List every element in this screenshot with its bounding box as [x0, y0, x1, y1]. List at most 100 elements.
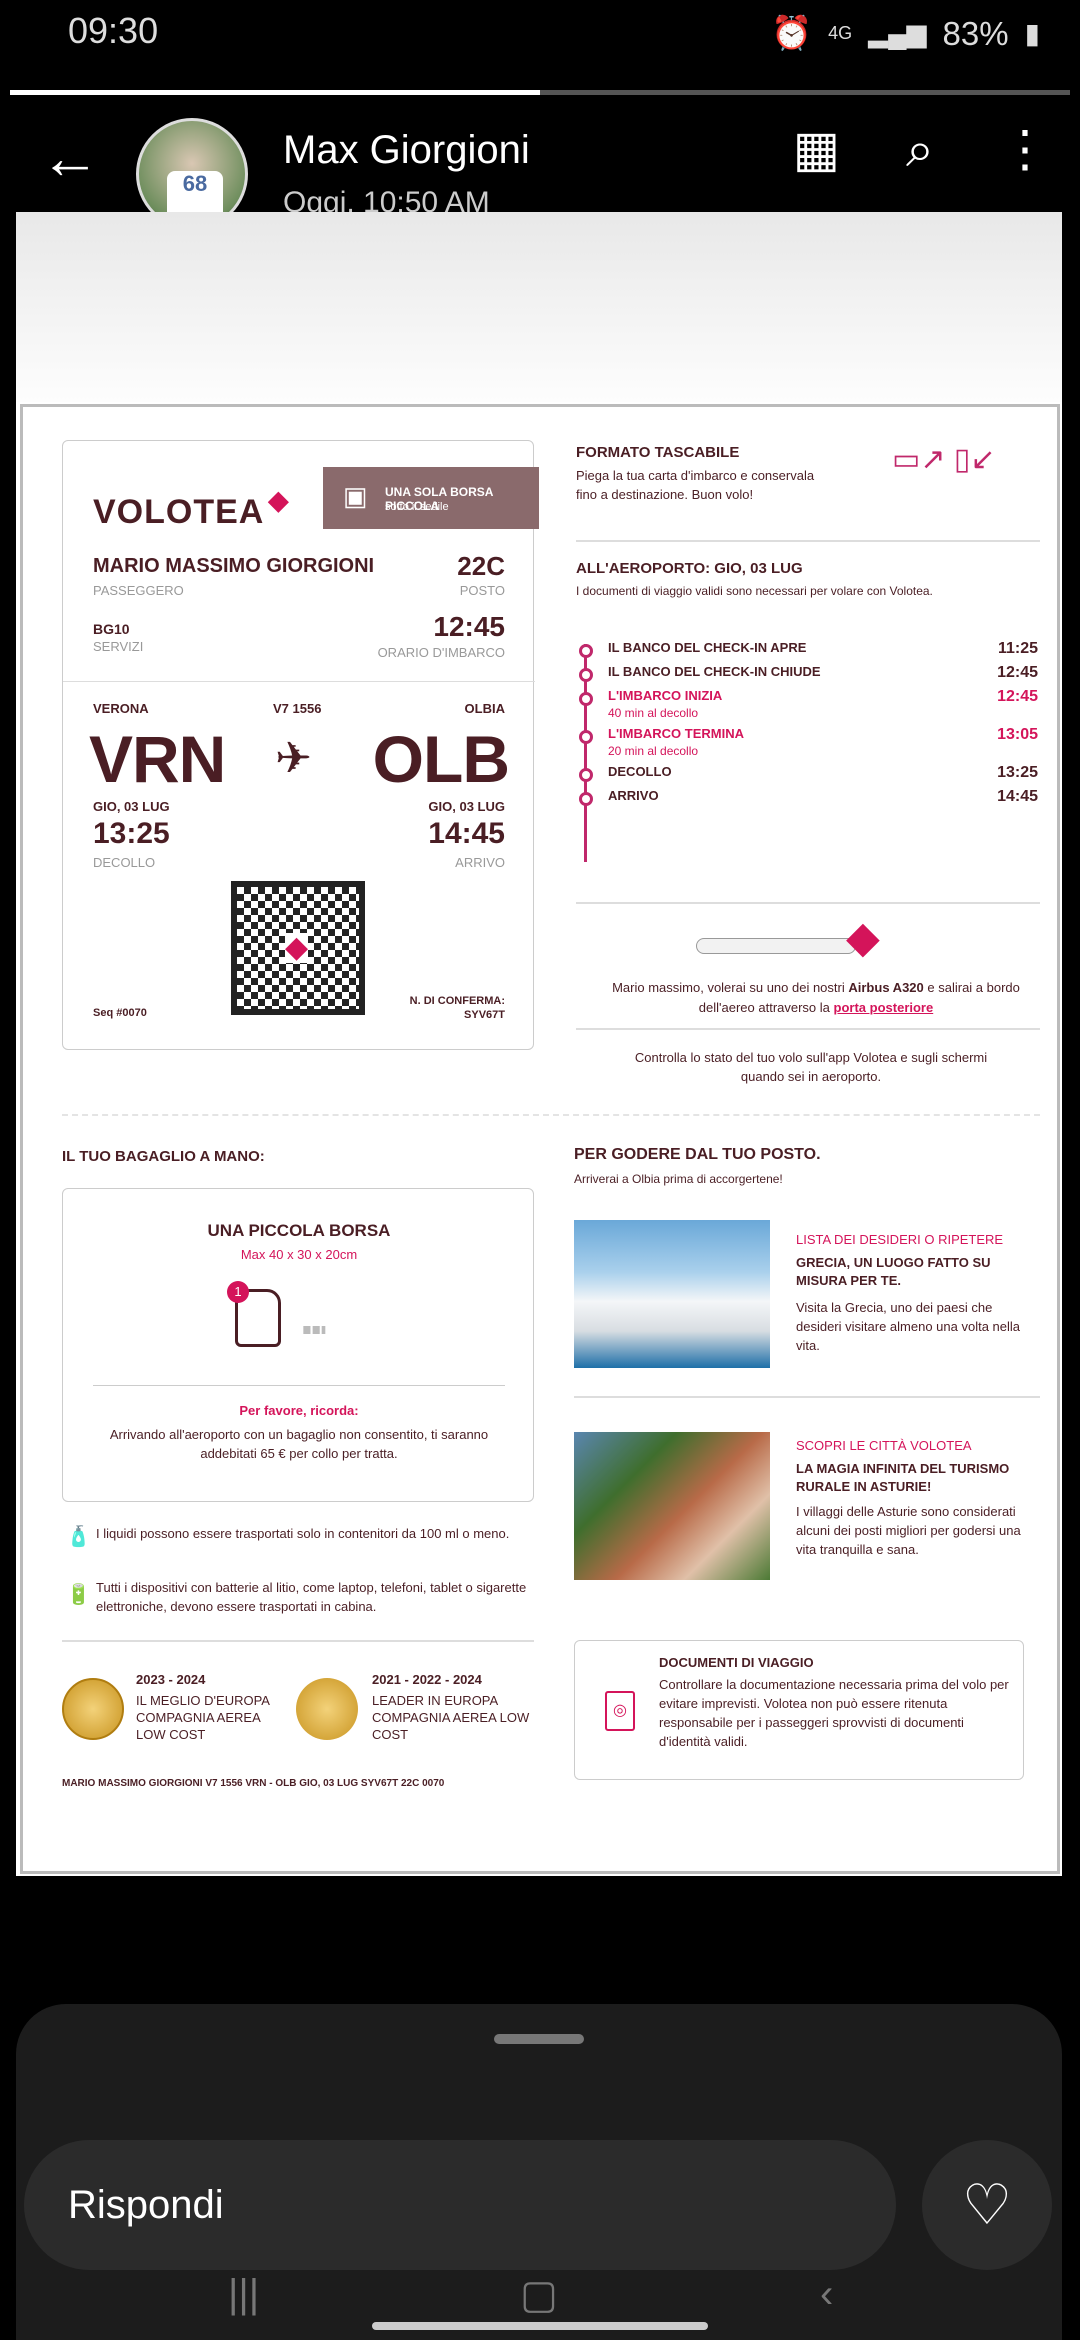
- image-top-shade: [16, 212, 1062, 402]
- timeline-step-label: IL BANCO DEL CHECK-IN CHIUDE: [608, 664, 821, 679]
- app-status-text: Controlla lo stato del tuo volo sull'app…: [634, 1050, 988, 1084]
- arrival-label: ARRIVO: [455, 855, 505, 870]
- seat-icon: ⑉: [303, 1301, 326, 1343]
- header-actions: ▦ ⌕ ⋮: [793, 120, 1050, 179]
- aircraft-model: Airbus A320: [848, 980, 924, 995]
- timeline-step-time: 13:25: [997, 764, 1038, 781]
- aircraft-fuselage: [696, 938, 856, 954]
- back-button[interactable]: ‹: [820, 2272, 833, 2317]
- logo-diamond-icon: ◆: [268, 485, 290, 515]
- from-code: VRN: [89, 722, 226, 796]
- more-icon[interactable]: ⋮: [1000, 120, 1050, 179]
- backpack-icon: ▣: [343, 481, 368, 511]
- boarding-pass-card: VOLOTEA ◆ ▣ UNA SOLA BORSA PICCOLA sotto …: [62, 440, 539, 1050]
- recent-apps-button[interactable]: |||: [228, 2272, 259, 2317]
- timeline-dot: [579, 644, 593, 658]
- award-1-years: 2023 - 2024: [136, 1672, 206, 1687]
- award-2-years: 2021 - 2022 - 2024: [372, 1672, 482, 1687]
- divider: [576, 902, 1040, 904]
- documents-title: DOCUMENTI DI VIAGGIO: [659, 1655, 814, 1670]
- remember-text: Arrivando all'aeroporto con un bagaglio …: [109, 1427, 489, 1461]
- back-arrow-icon[interactable]: ←: [40, 128, 100, 188]
- timeline-step-sub: 40 min al decollo: [608, 706, 699, 720]
- divider: [63, 681, 535, 682]
- heart-icon[interactable]: ♡: [922, 2140, 1052, 2270]
- enjoy-subtitle: Arriverai a Olbia prima di accorgertene!: [574, 1172, 783, 1186]
- story-progress-bar: [10, 90, 1070, 95]
- grid-icon[interactable]: ▦: [793, 120, 840, 179]
- battery-icon: ▮: [1024, 18, 1040, 49]
- boarding-time-label: ORARIO D'IMBARCO: [377, 645, 505, 660]
- departure-label: DECOLLO: [93, 855, 156, 870]
- to-code: OLB: [372, 722, 510, 796]
- passenger-label: PASSEGGERO: [93, 583, 184, 598]
- batteries-text: Tutti i dispositivi con batterie al liti…: [96, 1580, 527, 1614]
- network-label: 4G: [828, 23, 853, 43]
- aircraft-tail-icon: ◆: [846, 913, 880, 962]
- service-label: SERVIZI: [93, 639, 144, 654]
- status-time: 09:30: [68, 10, 159, 51]
- reply-input[interactable]: Rispondi: [24, 2140, 896, 2270]
- arrival-time: 14:45: [428, 817, 505, 850]
- boarding-pass-image[interactable]: VOLOTEA ◆ ▣ UNA SOLA BORSA PICCOLA sotto …: [16, 212, 1062, 1876]
- card-1-headline: GRECIA, UN LUOGO FATTO SU MISURA PER TE.: [796, 1255, 991, 1288]
- contact-name[interactable]: Max Giorgioni: [283, 128, 530, 173]
- timeline-step-time: 13:05: [997, 726, 1038, 743]
- documents-card: ◎ DOCUMENTI DI VIAGGIO Controllare la do…: [574, 1640, 1024, 1780]
- flight-number: V7 1556: [273, 701, 322, 716]
- confirmation-code: SYV67T: [464, 1009, 505, 1021]
- seat-number: 22C: [457, 551, 505, 581]
- baggage-divider: [93, 1385, 505, 1386]
- to-city: OLBIA: [464, 701, 505, 716]
- award-badge-1: [62, 1678, 124, 1740]
- plane-icon: ✈: [275, 734, 312, 783]
- departure-date: GIO, 03 LUG: [93, 799, 170, 814]
- bag-tag-sub: sotto il sedile: [385, 501, 449, 513]
- timeline-step-label: L'IMBARCO TERMINA: [608, 726, 744, 741]
- story-progress-fill: [10, 90, 540, 95]
- baggage-title: IL TUO BAGAGLIO A MANO:: [62, 1148, 265, 1165]
- card-1-text: Visita la Grecia, uno dei paesi che desi…: [796, 1300, 1021, 1353]
- timeline-dot: [579, 692, 593, 706]
- award-badge-2: [296, 1678, 358, 1740]
- enjoy-title: PER GODERE DAL TUO POSTO.: [574, 1146, 821, 1163]
- timeline-step-label: ARRIVO: [608, 788, 659, 803]
- sheet-handle[interactable]: [494, 2034, 584, 2044]
- timeline-step-label: L'IMBARCO INIZIA: [608, 688, 723, 703]
- baggage-dims: Max 40 x 30 x 20cm: [240, 1247, 358, 1262]
- sequence-number: Seq #0070: [93, 1007, 147, 1019]
- volotea-logo: VOLOTEA ◆: [93, 485, 288, 532]
- rear-door-link: porta posteriore: [833, 1000, 934, 1015]
- confirmation-label: N. DI CONFERMA:: [409, 995, 505, 1007]
- aircraft-text: Mario massimo, volerai su uno dei nostri…: [606, 978, 1026, 1018]
- airport-title: ALL'AEROPORTO: GIO, 03 LUG: [576, 560, 803, 577]
- fold-instructions-icon: ▭↗ ▯↙: [892, 443, 996, 476]
- home-button[interactable]: ▢: [520, 2272, 558, 2318]
- service-code: BG10: [93, 621, 130, 637]
- remember-title: Per favore, ricorda:: [239, 1403, 359, 1418]
- search-icon[interactable]: ⌕: [906, 120, 934, 179]
- card-2-headline: LA MAGIA INFINITA DEL TURISMO RURALE IN …: [796, 1461, 1010, 1494]
- divider: [576, 540, 1040, 542]
- baggage-item: UNA PICCOLA BORSA: [207, 1221, 391, 1240]
- qr-code: ◆: [231, 881, 365, 1015]
- passport-icon: ◎: [605, 1691, 635, 1731]
- brand-name: VOLOTEA: [93, 493, 265, 531]
- passenger-name: MARIO MASSIMO GIORGIONI: [93, 555, 375, 577]
- divider: [62, 1640, 534, 1642]
- footer-code: MARIO MASSIMO GIORGIONI V7 1556 VRN - OL…: [62, 1778, 445, 1789]
- timeline-dot: [579, 668, 593, 682]
- timeline-step-time: 11:25: [997, 640, 1038, 657]
- item-count-badge: 1: [227, 1281, 249, 1303]
- badge-count: 1: [234, 1284, 242, 1299]
- chat-header: ← 68 Max Giorgioni Oggi, 10:50 AM ▦ ⌕ ⋮: [0, 100, 1080, 230]
- seat-label: POSTO: [459, 583, 505, 598]
- gesture-bar[interactable]: [372, 2322, 708, 2330]
- pocket-text: Piega la tua carta d'imbarco e conserval…: [576, 468, 815, 502]
- timeline-step-label: DECOLLO: [608, 764, 672, 779]
- greece-photo: [574, 1220, 770, 1368]
- award-1-text: IL MEGLIO D'EUROPA COMPAGNIA AEREA LOW C…: [136, 1693, 270, 1742]
- card-1-tag: LISTA DEI DESIDERI O RIPETERE: [796, 1232, 1004, 1247]
- documents-text: Controllare la documentazione necessaria…: [659, 1677, 1009, 1749]
- signal-icon: ▂▄▆: [868, 18, 927, 48]
